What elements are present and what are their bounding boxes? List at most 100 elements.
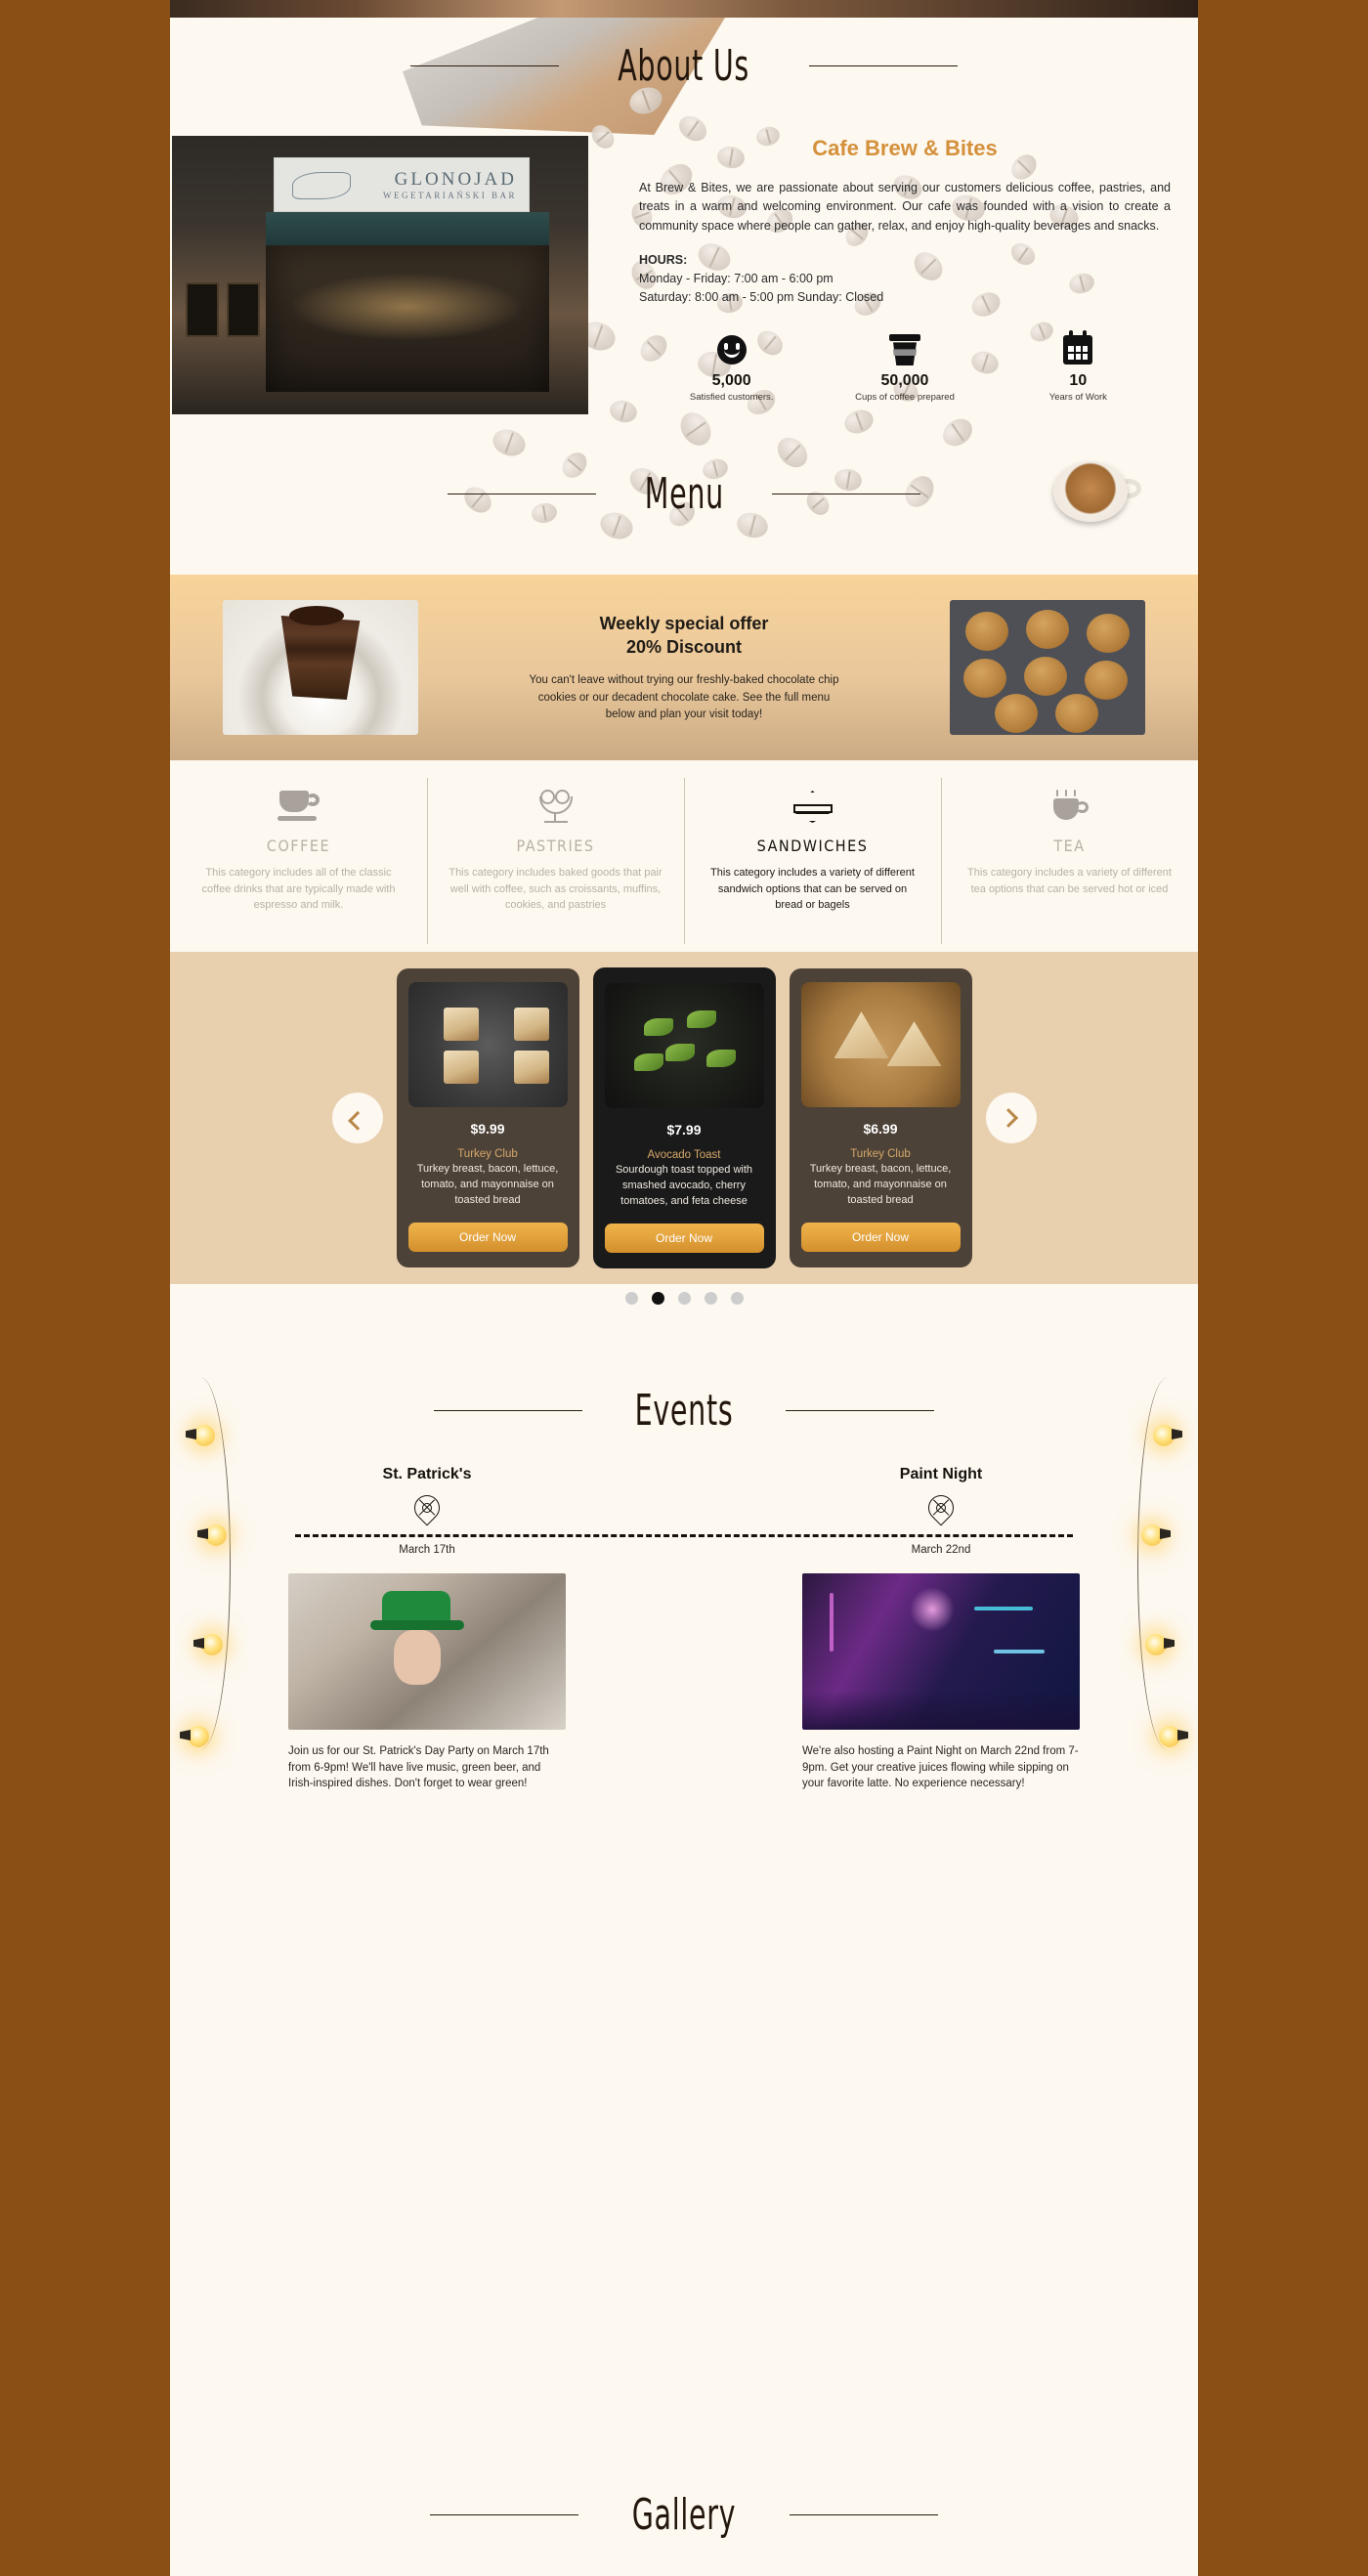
category-pastries[interactable]: PASTRIES This category includes baked go…: [427, 760, 684, 952]
menu-item-photo: [407, 982, 568, 1108]
carousel-dot[interactable]: [624, 1292, 638, 1305]
category-coffee[interactable]: COFFEE This category includes all of the…: [170, 760, 427, 952]
menu-item-name: Turkey Club: [457, 1148, 518, 1161]
heading-rule-left: [430, 2514, 578, 2515]
hours-label: HOURS:: [639, 253, 688, 268]
menu-item-name: Avocado Toast: [647, 1149, 721, 1162]
coffee-bean: [937, 413, 978, 451]
about-paragraph: At Brew & Bites, we are passionate about…: [639, 181, 1171, 233]
menu-card[interactable]: $9.99 Turkey Club Turkey breast, bacon, …: [396, 968, 579, 1267]
heading-rule-right: [786, 1410, 935, 1411]
cookie: [995, 694, 1038, 733]
cookie: [965, 612, 1008, 651]
cookie: [1087, 614, 1130, 653]
order-now-button[interactable]: Order Now: [800, 1222, 961, 1252]
carousel-dot[interactable]: [677, 1292, 691, 1305]
menu-section-heading: Menu: [170, 469, 1198, 519]
order-now-button[interactable]: Order Now: [604, 1223, 764, 1253]
stat-value: 10: [1069, 372, 1088, 390]
menu-card-featured[interactable]: $7.99 Avocado Toast Sourdough toast topp…: [592, 967, 776, 1268]
stat-value: 50,000: [880, 372, 929, 390]
about-body: GLONOJAD WEGETARIAŃSKI BAR Cafe Brew & B…: [170, 136, 1198, 414]
category-name: TEA: [1053, 837, 1086, 855]
menu-item-description: Sourdough toast topped with smashed avoc…: [615, 1164, 753, 1207]
cookie: [1026, 610, 1069, 649]
event-title: Paint Night: [899, 1466, 983, 1482]
offer-title-line1: Weekly special offer: [599, 613, 769, 633]
coffee-cup-icon: [818, 331, 991, 368]
hero-strip: [170, 0, 1198, 18]
stats-row: 5,000 Satisfied customers. 50,000 Cups o…: [639, 330, 1171, 404]
chevron-right-icon: [998, 1108, 1018, 1128]
coffee-bean: [489, 424, 530, 461]
event-description: Join us for our St. Patrick's Day Party …: [288, 1745, 549, 1790]
calendar-icon: [992, 330, 1165, 368]
menu-title: Menu: [644, 469, 724, 519]
event-description: We're also hosting a Paint Night on Marc…: [802, 1745, 1079, 1790]
event-title: St. Patrick's: [382, 1466, 472, 1482]
page-title: About Us: [618, 41, 750, 91]
sandwich-icon: [705, 786, 919, 829]
menu-item-price: $7.99: [666, 1122, 702, 1138]
cookie: [1055, 694, 1098, 733]
gallery-title: Gallery: [631, 2490, 737, 2540]
menu-item-photo: [604, 983, 764, 1109]
event-date: March 22nd: [911, 1544, 971, 1556]
awning: [266, 212, 549, 245]
category-description: This category includes all of the classi…: [201, 867, 396, 911]
cookies-image: [950, 600, 1145, 735]
weekly-offer-banner: Weekly special offer 20% Discount You ca…: [170, 575, 1198, 760]
window-glow: [289, 273, 524, 341]
cookie: [963, 659, 1006, 698]
hours-weekday: Monday - Friday: 7:00 am - 6:00 pm: [639, 271, 834, 285]
gallery-section-heading: Gallery: [170, 2490, 1198, 2540]
category-description: This category includes a variety of diff…: [967, 867, 1172, 895]
menu-item-description: Turkey breast, bacon, lettuce, tomato, a…: [809, 1163, 952, 1206]
carousel-dot[interactable]: [730, 1292, 744, 1305]
heading-rule-right: [789, 2514, 938, 2515]
event-st-patricks: St. Patrick's March 17th Join us for our…: [170, 1466, 684, 1792]
heading-rule-right: [808, 65, 958, 66]
order-now-button[interactable]: Order Now: [407, 1222, 568, 1252]
carousel-next-button[interactable]: [985, 1093, 1037, 1143]
category-description: This category includes baked goods that …: [449, 867, 663, 911]
stat-years-of-work: 10 Years of Work: [992, 330, 1165, 403]
storefront-sign-subtitle: WEGETARIAŃSKI BAR: [382, 191, 517, 200]
about-text-block: Cafe Brew & Bites At Brew & Bites, we ar…: [588, 136, 1198, 414]
offer-text-block: Weekly special offer 20% Discount You ca…: [523, 612, 845, 723]
about-title: Cafe Brew & Bites: [812, 136, 998, 160]
carousel-dot[interactable]: [704, 1292, 717, 1305]
event-date: March 17th: [399, 1544, 455, 1556]
menu-item-description: Turkey breast, bacon, lettuce, tomato, a…: [416, 1163, 559, 1206]
page-canvas: About Us GLONOJAD WEGETARIAŃSKI BAR Cafe…: [170, 0, 1198, 2576]
carousel-dot[interactable]: [651, 1292, 664, 1305]
category-tea[interactable]: TEA This category includes a variety of …: [941, 760, 1198, 952]
carousel-prev-button[interactable]: [331, 1093, 383, 1143]
menu-category-list: COFFEE This category includes all of the…: [170, 760, 1198, 952]
menu-card[interactable]: $6.99 Turkey Club Turkey breast, bacon, …: [789, 968, 972, 1267]
carousel-pagination[interactable]: [170, 1292, 1198, 1305]
category-description: This category includes a variety of diff…: [710, 867, 915, 911]
stat-satisfied-customers: 5,000 Satisfied customers.: [645, 331, 818, 403]
menu-item-name: Turkey Club: [850, 1148, 911, 1161]
category-sandwiches[interactable]: SANDWICHES This category includes a vari…: [684, 760, 941, 952]
menu-item-price: $6.99: [863, 1121, 898, 1138]
chalkboard: [186, 282, 219, 337]
pastry-icon: [449, 786, 663, 829]
stat-label: Cups of coffee prepared: [855, 392, 955, 404]
about-section-heading: About Us: [170, 41, 1198, 91]
storefront-photo: GLONOJAD WEGETARIAŃSKI BAR: [172, 136, 588, 414]
stat-label: Satisfied customers.: [689, 392, 774, 404]
category-name: SANDWICHES: [756, 837, 869, 855]
chocolate-cake-image: [223, 600, 418, 735]
menu-item-photo: [800, 982, 961, 1108]
event-photo: [802, 1573, 1080, 1730]
latte-cup-decoration: [1053, 457, 1147, 528]
heading-rule-left: [433, 1410, 582, 1411]
events-list: St. Patrick's March 17th Join us for our…: [170, 1466, 1198, 1792]
coffee-bean: [771, 431, 814, 474]
location-pin-icon: [408, 1489, 446, 1526]
event-photo: [288, 1573, 566, 1730]
events-section-heading: Events: [170, 1386, 1198, 1436]
smiley-icon: [645, 331, 818, 368]
